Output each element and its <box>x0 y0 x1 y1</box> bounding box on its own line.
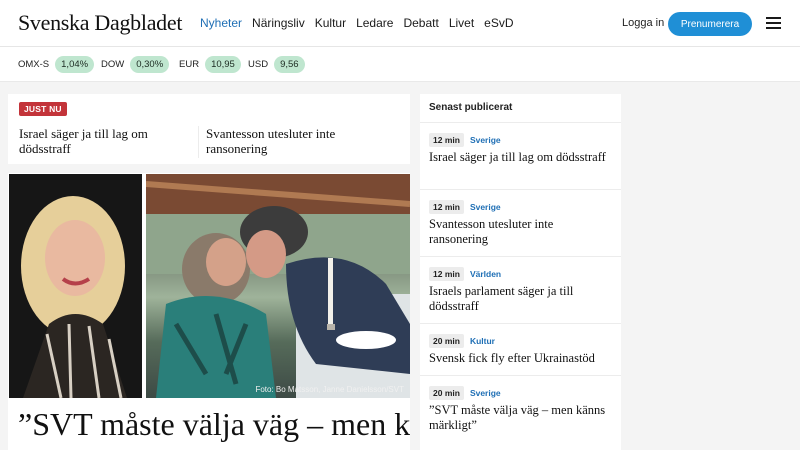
latest-list-item[interactable]: 12 min Sverige Israel säger ja till lag … <box>420 122 621 189</box>
breaking-news-box: JUST NU Israel säger ja till lag om döds… <box>8 94 410 164</box>
photo-credit: Foto: Bo Matsson, Janne Danielsson/SVT <box>255 385 404 394</box>
ticker-item[interactable]: EUR 10,95 <box>179 56 241 73</box>
hero-photo-couple: Foto: Bo Matsson, Janne Danielsson/SVT <box>146 174 410 398</box>
time-badge: 20 min <box>429 334 464 348</box>
item-meta: 12 min Sverige <box>429 133 501 147</box>
subscribe-button[interactable]: Prenumerera <box>668 12 752 36</box>
item-headline[interactable]: Svantesson utesluter inte ransonering <box>429 217 609 247</box>
ticker-value: 0,30% <box>130 56 170 73</box>
ticker-value: 9,56 <box>274 56 305 73</box>
time-badge: 20 min <box>429 386 464 400</box>
ticker-label: USD <box>248 59 269 70</box>
item-meta: 20 min Sverige <box>429 386 501 400</box>
ticker-item[interactable]: DOW 0,30% <box>101 56 170 73</box>
site-header: Svenska Dagbladet Nyheter Näringsliv Kul… <box>0 0 800 47</box>
time-badge: 12 min <box>429 133 464 147</box>
login-link[interactable]: Logga in <box>622 17 664 29</box>
nav-item-nyheter[interactable]: Nyheter <box>200 16 242 30</box>
hero-article[interactable]: Foto: Bo Matsson, Janne Danielsson/SVT ”… <box>8 173 410 450</box>
item-meta: 20 min Kultur <box>429 334 495 348</box>
nav-item-kultur[interactable]: Kultur <box>315 16 346 30</box>
ticker-label: OMX-S <box>18 59 50 70</box>
latest-published-panel: Senast publicerat 12 min Sverige Israel … <box>420 94 621 450</box>
category-link[interactable]: Sverige <box>470 388 501 398</box>
latest-panel-title: Senast publicerat <box>429 102 513 113</box>
portrait-illustration <box>9 174 142 398</box>
latest-list-item[interactable]: 12 min Sverige Svantesson utesluter inte… <box>420 189 621 256</box>
ticker-item[interactable]: USD 9,56 <box>248 56 305 73</box>
site-logo[interactable]: Svenska Dagbladet <box>18 10 182 36</box>
hero-headline[interactable]: ”SVT måste välja väg – men känns märklig… <box>18 406 410 442</box>
item-headline[interactable]: ”SVT måste välja väg – men känns märklig… <box>429 403 609 433</box>
item-headline[interactable]: Israel säger ja till lag om dödsstraff <box>429 150 609 165</box>
ticker-label: EUR <box>179 59 200 70</box>
category-link[interactable]: Kultur <box>470 336 495 346</box>
category-link[interactable]: Världen <box>470 269 501 279</box>
latest-list-item[interactable]: 12 min Världen Israels parlament säger j… <box>420 256 621 323</box>
divider <box>198 126 199 158</box>
hero-photo-portrait <box>9 174 142 398</box>
category-link[interactable]: Sverige <box>470 202 501 212</box>
nav-item-livet[interactable]: Livet <box>449 16 474 30</box>
latest-list-item[interactable]: 20 min Kultur Svensk fick fly efter Ukra… <box>420 323 621 375</box>
ticker-item[interactable]: OMX-S 1,04% <box>18 56 95 73</box>
breaking-headline[interactable]: Svantesson utesluter inte ransonering <box>206 126 386 156</box>
nav-item-debatt[interactable]: Debatt <box>403 16 438 30</box>
latest-list-item[interactable]: 20 min Sverige ”SVT måste välja väg – me… <box>420 375 621 442</box>
nav-item-naringsliv[interactable]: Näringsliv <box>252 16 305 30</box>
hamburger-menu-icon[interactable] <box>766 17 781 29</box>
main-nav: Nyheter Näringsliv Kultur Ledare Debatt … <box>200 16 514 30</box>
item-meta: 12 min Världen <box>429 267 501 281</box>
breaking-headline[interactable]: Israel säger ja till lag om dödsstraff <box>19 126 199 156</box>
item-meta: 12 min Sverige <box>429 200 501 214</box>
category-link[interactable]: Sverige <box>470 135 501 145</box>
market-ticker: OMX-S 1,04% DOW 0,30% EUR 10,95 USD 9,56 <box>0 47 800 82</box>
item-headline[interactable]: Israels parlament säger ja till dödsstra… <box>429 284 609 314</box>
ticker-value: 1,04% <box>55 56 95 73</box>
time-badge: 12 min <box>429 200 464 214</box>
couple-illustration <box>146 174 410 398</box>
ticker-value: 10,95 <box>205 56 241 73</box>
time-badge: 12 min <box>429 267 464 281</box>
item-headline[interactable]: Svensk fick fly efter Ukrainastöd <box>429 351 609 366</box>
ticker-label: DOW <box>101 59 125 70</box>
nav-item-ledare[interactable]: Ledare <box>356 16 393 30</box>
breaking-badge: JUST NU <box>19 102 67 116</box>
nav-item-esvd[interactable]: eSvD <box>484 16 513 30</box>
